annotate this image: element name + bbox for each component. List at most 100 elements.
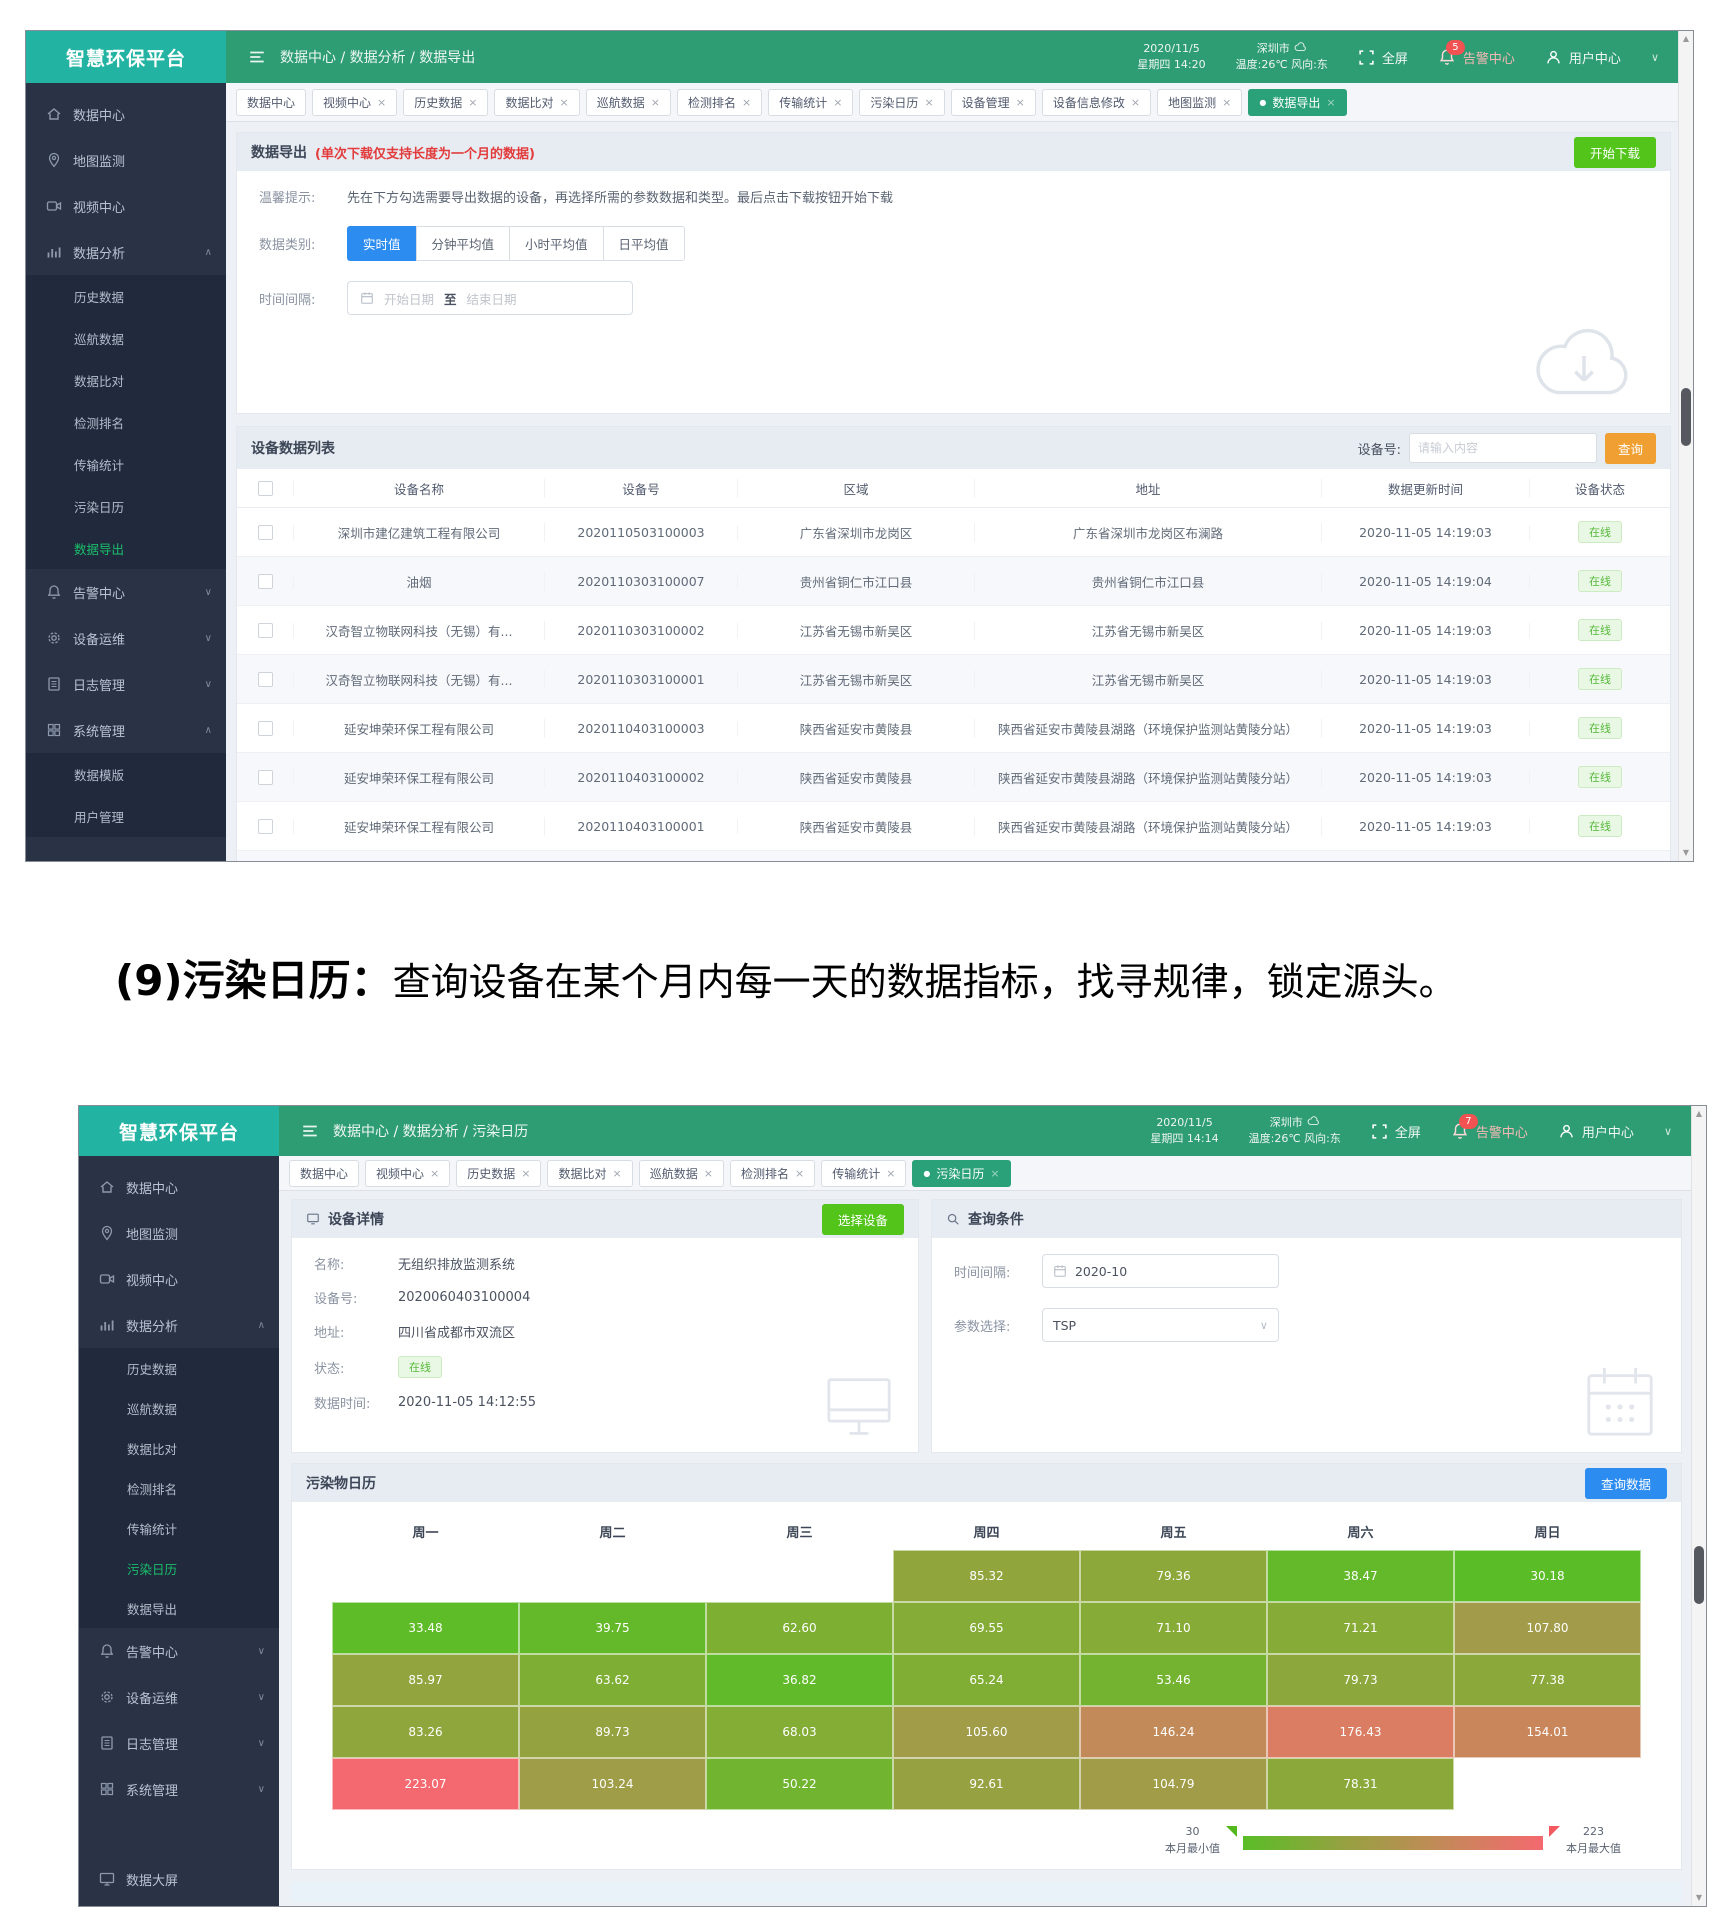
tab-close-icon[interactable]: × [990,1167,999,1180]
sidebar-item-0[interactable]: 数据中心 [79,1164,279,1210]
sidebar-item-2[interactable]: 视频中心 [26,183,226,229]
search-button[interactable]: 查询 [1605,433,1656,464]
sidebar-item-1[interactable]: 地图监测 [26,137,226,183]
tab-2[interactable]: 历史数据× [456,1160,541,1187]
date-range-input[interactable]: 开始日期至结束日期 [347,281,633,315]
sidebar-item-6[interactable]: 数据比对 [26,359,226,401]
tab-4[interactable]: 巡航数据× [639,1160,724,1187]
tab-close-icon[interactable]: × [924,96,933,109]
tab-3[interactable]: 数据比对× [494,89,579,116]
sidebar-item-10[interactable]: 数据导出 [79,1588,279,1628]
tab-2[interactable]: 历史数据× [403,89,488,116]
tab-active-7[interactable]: ●污染日历× [912,1160,1010,1187]
alarm-center-button[interactable]: 5告警中心 [1438,48,1515,67]
row-checkbox[interactable] [258,672,273,687]
tab-4[interactable]: 巡航数据× [586,89,671,116]
tab-1[interactable]: 视频中心× [365,1160,450,1187]
user-center-button[interactable]: 用户中心 [1558,1122,1634,1141]
sidebar-item-4[interactable]: 历史数据 [26,275,226,317]
category-button-1[interactable]: 分钟平均值 [416,226,511,261]
tab-close-icon[interactable]: × [704,1167,713,1180]
sidebar-item-5[interactable]: 巡航数据 [79,1388,279,1428]
sidebar-item-10[interactable]: 数据导出 [26,527,226,569]
row-checkbox[interactable] [258,525,273,540]
sidebar-item-13[interactable]: 日志管理∨ [26,661,226,707]
user-dropdown-caret[interactable]: ∨ [1664,1125,1672,1138]
tab-5[interactable]: 检测排名× [677,89,762,116]
tab-close-icon[interactable]: × [1131,96,1140,109]
sidebar-item-3[interactable]: 数据分析∧ [26,229,226,275]
sidebar-item-2[interactable]: 视频中心 [79,1256,279,1302]
tab-1[interactable]: 视频中心× [312,89,397,116]
tab-close-icon[interactable]: × [795,1167,804,1180]
sidebar-item-8[interactable]: 传输统计 [79,1508,279,1548]
tab-close-icon[interactable]: × [1222,96,1231,109]
tab-5[interactable]: 检测排名× [730,1160,815,1187]
sidebar-item-5[interactable]: 巡航数据 [26,317,226,359]
fullscreen-button[interactable]: 全屏 [1371,1122,1421,1141]
scrollbar-thumb[interactable] [1694,1546,1704,1604]
device-no-input[interactable] [1409,433,1597,463]
month-picker-input[interactable]: 2020-10 [1042,1254,1279,1288]
tab-10[interactable]: 地图监测× [1157,89,1242,116]
row-checkbox[interactable] [258,721,273,736]
sidebar-item-1[interactable]: 地图监测 [79,1210,279,1256]
tab-close-icon[interactable]: × [468,96,477,109]
category-button-2[interactable]: 小时平均值 [509,226,604,261]
scrollbar-down-arrow[interactable]: ▼ [1679,845,1693,861]
tab-3[interactable]: 数据比对× [547,1160,632,1187]
sidebar-item-11[interactable]: 告警中心∨ [79,1628,279,1674]
user-dropdown-caret[interactable]: ∨ [1651,51,1659,64]
sidebar-item-12[interactable]: 设备运维∨ [79,1674,279,1720]
row-checkbox[interactable] [258,574,273,589]
tab-close-icon[interactable]: × [377,96,386,109]
parameter-select[interactable]: TSP∨ [1042,1308,1279,1342]
tab-6[interactable]: 传输统计× [821,1160,906,1187]
menu-icon[interactable] [301,1122,319,1140]
sidebar-item-14[interactable]: 系统管理∨ [79,1766,279,1812]
tab-close-icon[interactable]: × [430,1167,439,1180]
sidebar-item-9[interactable]: 污染日历 [26,485,226,527]
tab-0[interactable]: 数据中心 [289,1160,359,1187]
scrollbar-thumb[interactable] [1681,388,1691,446]
select-device-button[interactable]: 选择设备 [822,1204,904,1235]
menu-icon[interactable] [248,48,266,66]
sidebar-item-11[interactable]: 告警中心∨ [26,569,226,615]
tab-9[interactable]: 设备信息修改× [1042,89,1151,116]
sidebar-item-9[interactable]: 污染日历 [79,1548,279,1588]
sidebar-item-15[interactable]: 数据模版 [26,753,226,795]
tab-active-11[interactable]: ●数据导出× [1248,89,1346,116]
tab-6[interactable]: 传输统计× [768,89,853,116]
start-download-button[interactable]: 开始下载 [1574,137,1656,168]
tab-close-icon[interactable]: × [742,96,751,109]
sidebar-item-0[interactable]: 数据中心 [26,91,226,137]
sidebar-item-12[interactable]: 设备运维∨ [26,615,226,661]
scrollbar-up-arrow[interactable]: ▲ [1679,31,1693,47]
window-scrollbar[interactable]: ▲▼ [1678,31,1693,861]
sidebar-item-7[interactable]: 检测排名 [79,1468,279,1508]
tab-close-icon[interactable]: × [651,96,660,109]
sidebar-item-16[interactable]: 用户管理 [26,795,226,837]
alarm-center-button[interactable]: 7告警中心 [1451,1122,1528,1141]
sidebar-item-14[interactable]: 系统管理∧ [26,707,226,753]
scrollbar-up-arrow[interactable]: ▲ [1692,1106,1706,1122]
row-checkbox[interactable] [258,623,273,638]
tab-close-icon[interactable]: × [1326,96,1335,109]
query-data-button[interactable]: 查询数据 [1585,1468,1667,1499]
sidebar-item-15[interactable]: 数据大屏 [79,1856,279,1902]
tab-close-icon[interactable]: × [1016,96,1025,109]
category-button-3[interactable]: 日平均值 [603,226,685,261]
tab-close-icon[interactable]: × [833,96,842,109]
tab-close-icon[interactable]: × [521,1167,530,1180]
row-checkbox[interactable] [258,770,273,785]
tab-close-icon[interactable]: × [613,1167,622,1180]
tab-8[interactable]: 设备管理× [951,89,1036,116]
sidebar-item-13[interactable]: 日志管理∨ [79,1720,279,1766]
scrollbar-down-arrow[interactable]: ▼ [1692,1890,1706,1906]
tab-0[interactable]: 数据中心 [236,89,306,116]
sidebar-item-4[interactable]: 历史数据 [79,1348,279,1388]
window-scrollbar[interactable]: ▲▼ [1691,1106,1706,1906]
tab-close-icon[interactable]: × [560,96,569,109]
category-button-0[interactable]: 实时值 [347,226,417,261]
fullscreen-button[interactable]: 全屏 [1358,48,1408,67]
